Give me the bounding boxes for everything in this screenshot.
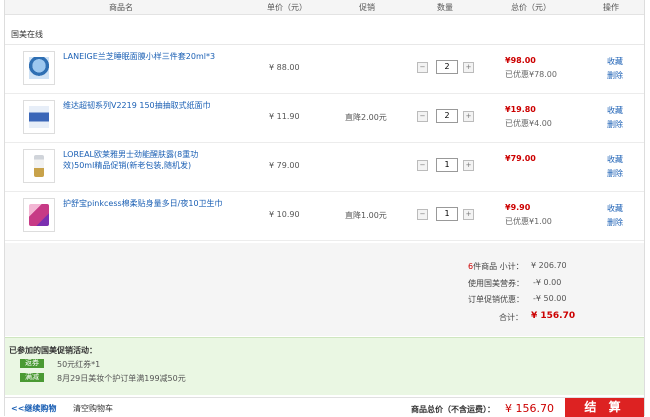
favorite-link[interactable]: 收藏 bbox=[607, 153, 623, 167]
quantity-input[interactable]: 2 bbox=[436, 60, 458, 74]
grand-total-value: ¥ 156.70 bbox=[531, 311, 576, 321]
promotion-title: 已参加的国美促销活动： bbox=[9, 346, 97, 355]
minus-icon[interactable]: − bbox=[417, 160, 428, 171]
item-saved: 已优惠¥1.00 bbox=[505, 217, 552, 226]
item-ops: 收藏 删除 bbox=[607, 153, 623, 181]
voucher-value: -¥ 0.00 bbox=[533, 278, 562, 287]
unit-price: ¥ 10.90 bbox=[269, 210, 300, 219]
unit-price: ¥ 88.00 bbox=[269, 63, 300, 72]
item-saved: 已优惠¥4.00 bbox=[505, 119, 552, 128]
item-ops: 收藏 删除 bbox=[607, 55, 623, 83]
delete-link[interactable]: 删除 bbox=[607, 167, 623, 181]
item-total: ¥98.00 bbox=[505, 56, 536, 65]
discount-label: 订单促销优惠： bbox=[468, 295, 524, 304]
product-name-link[interactable]: LOREAL欧莱雅男士劲能醒肤露(8重功效)50ml精品促销(新老包装,随机发) bbox=[63, 149, 223, 171]
store-name: 国美在线 bbox=[11, 30, 43, 39]
product-image[interactable] bbox=[23, 100, 55, 134]
grand-total-label: 合计： bbox=[499, 313, 523, 322]
cart-item: 护舒宝pinkcess棉柔贴身量多日/夜10卫生巾 ¥ 10.90 直降1.00… bbox=[5, 192, 644, 241]
goods-total-value: ¥ 156.70 bbox=[505, 402, 554, 415]
goods-total-label: 商品总价（不含运费）： bbox=[411, 405, 495, 414]
minus-icon[interactable]: − bbox=[417, 111, 428, 122]
header-product: 商品名 bbox=[109, 3, 133, 12]
minus-icon[interactable]: − bbox=[417, 62, 428, 73]
product-name-link[interactable]: LANEIGE兰芝睡眠面膜小样三件套20ml*3 bbox=[63, 51, 223, 62]
favorite-link[interactable]: 收藏 bbox=[607, 104, 623, 118]
quantity-input[interactable]: 1 bbox=[436, 158, 458, 172]
discount-value: -¥ 50.00 bbox=[533, 294, 567, 303]
table-header: 商品名 单价（元） 促销 数量 总价（元） 操作 bbox=[5, 0, 644, 15]
promo-desc: 50元红券*1 bbox=[57, 360, 101, 369]
delete-link[interactable]: 删除 bbox=[607, 216, 623, 230]
cart-panel: 商品名 单价（元） 促销 数量 总价（元） 操作 国美在线 LANEIGE兰芝睡… bbox=[4, 0, 645, 417]
product-image[interactable] bbox=[23, 149, 55, 183]
unit-price: ¥ 11.90 bbox=[269, 112, 300, 121]
quantity-stepper: − 2 + bbox=[417, 109, 474, 123]
delete-link[interactable]: 删除 bbox=[607, 69, 623, 83]
plus-icon[interactable]: + bbox=[463, 160, 474, 171]
cart-item: LOREAL欧莱雅男士劲能醒肤露(8重功效)50ml精品促销(新老包装,随机发)… bbox=[5, 143, 644, 192]
favorite-link[interactable]: 收藏 bbox=[607, 55, 623, 69]
subtotal-label: 件商品 小计： bbox=[473, 262, 524, 271]
header-total: 总价（元） bbox=[511, 3, 551, 12]
quantity-stepper: − 2 + bbox=[417, 60, 474, 74]
quantity-stepper: − 1 + bbox=[417, 207, 474, 221]
subtotal-value: ¥ 206.70 bbox=[531, 261, 567, 270]
promo-desc: 8月29日美妆个护订单满199减50元 bbox=[57, 374, 186, 383]
quantity-input[interactable]: 1 bbox=[436, 207, 458, 221]
product-name-link[interactable]: 护舒宝pinkcess棉柔贴身量多日/夜10卫生巾 bbox=[63, 198, 223, 209]
item-total: ¥19.80 bbox=[505, 105, 536, 114]
checkout-button[interactable]: 结 算 bbox=[565, 398, 644, 417]
promotion-panel: 已参加的国美促销活动： 返券 50元红券*1 满减 8月29日美妆个护订单满19… bbox=[5, 337, 644, 395]
voucher-label: 使用国美营券： bbox=[468, 279, 524, 288]
continue-shopping-link[interactable]: <<继续购物 bbox=[11, 403, 56, 414]
delete-link[interactable]: 删除 bbox=[607, 118, 623, 132]
promo-text: 直降1.00元 bbox=[345, 211, 387, 220]
promo-tag: 返券 bbox=[20, 359, 44, 368]
promo-text: 直降2.00元 bbox=[345, 113, 387, 122]
item-saved: 已优惠¥78.00 bbox=[505, 70, 557, 79]
header-quantity: 数量 bbox=[437, 3, 453, 12]
promo-tag: 满减 bbox=[20, 373, 44, 382]
item-total: ¥9.90 bbox=[505, 203, 531, 212]
product-name-link[interactable]: 维达超韧系列V2219 150抽抽取式纸面巾 bbox=[63, 100, 223, 111]
plus-icon[interactable]: + bbox=[463, 111, 474, 122]
cart-item: LANEIGE兰芝睡眠面膜小样三件套20ml*3 ¥ 88.00 − 2 + ¥… bbox=[5, 45, 644, 94]
item-total: ¥79.00 bbox=[505, 154, 536, 163]
minus-icon[interactable]: − bbox=[417, 209, 428, 220]
unit-price: ¥ 79.00 bbox=[269, 161, 300, 170]
item-ops: 收藏 删除 bbox=[607, 104, 623, 132]
favorite-link[interactable]: 收藏 bbox=[607, 202, 623, 216]
product-image[interactable] bbox=[23, 51, 55, 85]
order-summary: 6件商品 小计： ¥ 206.70 使用国美营券： -¥ 0.00 订单促销优惠… bbox=[5, 243, 644, 336]
header-operation: 操作 bbox=[603, 3, 619, 12]
plus-icon[interactable]: + bbox=[463, 209, 474, 220]
quantity-stepper: − 1 + bbox=[417, 158, 474, 172]
item-ops: 收藏 删除 bbox=[607, 202, 623, 230]
plus-icon[interactable]: + bbox=[463, 62, 474, 73]
header-unit-price: 单价（元） bbox=[267, 3, 307, 12]
header-promotion: 促销 bbox=[359, 3, 375, 12]
product-image[interactable] bbox=[23, 198, 55, 232]
cart-item: 维达超韧系列V2219 150抽抽取式纸面巾 ¥ 11.90 直降2.00元 −… bbox=[5, 94, 644, 143]
quantity-input[interactable]: 2 bbox=[436, 109, 458, 123]
checkout-bar: <<继续购物 清空购物车 商品总价（不含运费）： ¥ 156.70 结 算 bbox=[5, 397, 644, 417]
clear-cart-link[interactable]: 清空购物车 bbox=[73, 403, 113, 414]
